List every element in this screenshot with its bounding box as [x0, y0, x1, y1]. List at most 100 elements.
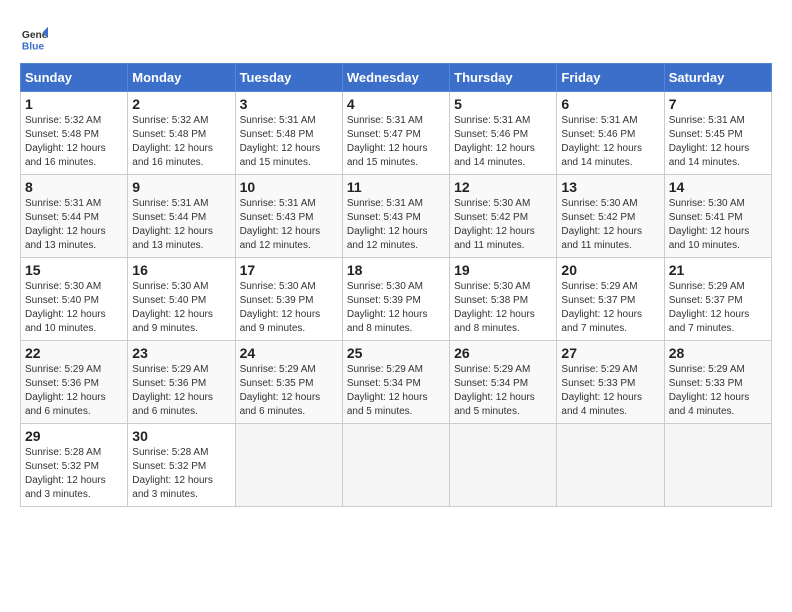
day-number: 15: [25, 262, 123, 278]
day-info: Sunrise: 5:31 AMSunset: 5:45 PMDaylight:…: [669, 114, 767, 170]
day-number: 14: [669, 179, 767, 195]
day-number: 28: [669, 345, 767, 361]
calendar-cell-11: 11 Sunrise: 5:31 AMSunset: 5:43 PMDayligh…: [342, 175, 449, 258]
calendar-cell-21: 21Sunrise: 5:29 AMSunset: 5:37 PMDayligh…: [664, 258, 771, 341]
day-number: 6: [561, 96, 659, 112]
day-info: Sunrise: 5:30 AMSunset: 5:40 PMDaylight:…: [132, 280, 230, 336]
day-info: Sunrise: 5:28 AMSunset: 5:32 PMDaylight:…: [25, 446, 123, 502]
day-header-friday: Friday: [557, 64, 664, 92]
calendar-cell-28: 28 Sunrise: 5:29 AMSunset: 5:33 PMDayligh…: [664, 341, 771, 424]
day-info: Sunrise: 5:31 AMSunset: 5:44 PMDaylight:…: [25, 197, 123, 253]
day-number: 3: [240, 96, 338, 112]
day-number: 29: [25, 428, 123, 444]
day-info: Sunrise: 5:31 AMSunset: 5:46 PMDaylight:…: [454, 114, 552, 170]
calendar-cell-12: 12 Sunrise: 5:30 AMSunset: 5:42 PMDayligh…: [450, 175, 557, 258]
day-number: 16: [132, 262, 230, 278]
calendar-cell-14: 14 Sunrise: 5:30 AMSunset: 5:41 PMDayligh…: [664, 175, 771, 258]
day-number: 22: [25, 345, 123, 361]
week-row-1: 1 Sunrise: 5:32 AMSunset: 5:48 PMDaylight…: [21, 92, 772, 175]
day-info: Sunrise: 5:29 AMSunset: 5:35 PMDaylight:…: [240, 363, 338, 419]
calendar-cell-7: 7 Sunrise: 5:31 AMSunset: 5:45 PMDaylight…: [664, 92, 771, 175]
day-info: Sunrise: 5:30 AMSunset: 5:38 PMDaylight:…: [454, 280, 552, 336]
day-number: 11: [347, 179, 445, 195]
day-info: Sunrise: 5:31 AMSunset: 5:43 PMDaylight:…: [240, 197, 338, 253]
calendar-cell-17: 17 Sunrise: 5:30 AMSunset: 5:39 PMDayligh…: [235, 258, 342, 341]
day-info: Sunrise: 5:31 AMSunset: 5:47 PMDaylight:…: [347, 114, 445, 170]
day-info: Sunrise: 5:30 AMSunset: 5:42 PMDaylight:…: [454, 197, 552, 253]
day-number: 9: [132, 179, 230, 195]
empty-cell: [557, 424, 664, 507]
day-header-tuesday: Tuesday: [235, 64, 342, 92]
day-info: Sunrise: 5:31 AMSunset: 5:43 PMDaylight:…: [347, 197, 445, 253]
day-number: 8: [25, 179, 123, 195]
day-number: 1: [25, 96, 123, 112]
calendar-cell-2: 2 Sunrise: 5:32 AMSunset: 5:48 PMDaylight…: [128, 92, 235, 175]
calendar-cell-29: 29 Sunrise: 5:28 AMSunset: 5:32 PMDayligh…: [21, 424, 128, 507]
day-number: 7: [669, 96, 767, 112]
calendar-cell-15: 15 Sunrise: 5:30 AMSunset: 5:40 PMDayligh…: [21, 258, 128, 341]
day-header-wednesday: Wednesday: [342, 64, 449, 92]
day-header-monday: Monday: [128, 64, 235, 92]
day-header-sunday: Sunday: [21, 64, 128, 92]
day-number: 19: [454, 262, 552, 278]
calendar-cell-8: 8 Sunrise: 5:31 AMSunset: 5:44 PMDaylight…: [21, 175, 128, 258]
day-info: Sunrise: 5:31 AMSunset: 5:46 PMDaylight:…: [561, 114, 659, 170]
day-info: Sunrise: 5:29 AMSunset: 5:36 PMDaylight:…: [25, 363, 123, 419]
day-number: 5: [454, 96, 552, 112]
calendar-cell-9: 9Sunrise: 5:31 AMSunset: 5:44 PMDaylight…: [128, 175, 235, 258]
day-header-saturday: Saturday: [664, 64, 771, 92]
day-info: Sunrise: 5:30 AMSunset: 5:42 PMDaylight:…: [561, 197, 659, 253]
calendar-cell-3: 3 Sunrise: 5:31 AMSunset: 5:48 PMDaylight…: [235, 92, 342, 175]
day-number: 24: [240, 345, 338, 361]
logo-icon: General Blue: [20, 25, 48, 53]
day-number: 2: [132, 96, 230, 112]
svg-text:Blue: Blue: [22, 41, 45, 52]
empty-cell: [664, 424, 771, 507]
calendar-cell-24: 24 Sunrise: 5:29 AMSunset: 5:35 PMDayligh…: [235, 341, 342, 424]
day-header-thursday: Thursday: [450, 64, 557, 92]
days-header-row: SundayMondayTuesdayWednesdayThursdayFrid…: [21, 64, 772, 92]
day-number: 20: [561, 262, 659, 278]
day-number: 10: [240, 179, 338, 195]
calendar-cell-1: 1 Sunrise: 5:32 AMSunset: 5:48 PMDaylight…: [21, 92, 128, 175]
day-number: 25: [347, 345, 445, 361]
day-info: Sunrise: 5:29 AMSunset: 5:34 PMDaylight:…: [454, 363, 552, 419]
day-info: Sunrise: 5:28 AMSunset: 5:32 PMDaylight:…: [132, 446, 230, 502]
calendar-cell-26: 26Sunrise: 5:29 AMSunset: 5:34 PMDayligh…: [450, 341, 557, 424]
day-number: 23: [132, 345, 230, 361]
day-info: Sunrise: 5:32 AMSunset: 5:48 PMDaylight:…: [132, 114, 230, 170]
day-info: Sunrise: 5:29 AMSunset: 5:34 PMDaylight:…: [347, 363, 445, 419]
calendar-cell-13: 13 Sunrise: 5:30 AMSunset: 5:42 PMDayligh…: [557, 175, 664, 258]
day-info: Sunrise: 5:29 AMSunset: 5:33 PMDaylight:…: [669, 363, 767, 419]
day-info: Sunrise: 5:30 AMSunset: 5:40 PMDaylight:…: [25, 280, 123, 336]
calendar-cell-19: 19 Sunrise: 5:30 AMSunset: 5:38 PMDayligh…: [450, 258, 557, 341]
day-number: 17: [240, 262, 338, 278]
day-info: Sunrise: 5:32 AMSunset: 5:48 PMDaylight:…: [25, 114, 123, 170]
day-number: 30: [132, 428, 230, 444]
day-number: 21: [669, 262, 767, 278]
week-row-3: 15 Sunrise: 5:30 AMSunset: 5:40 PMDayligh…: [21, 258, 772, 341]
day-info: Sunrise: 5:30 AMSunset: 5:39 PMDaylight:…: [347, 280, 445, 336]
calendar-table: SundayMondayTuesdayWednesdayThursdayFrid…: [20, 63, 772, 507]
empty-cell: [342, 424, 449, 507]
week-row-5: 29 Sunrise: 5:28 AMSunset: 5:32 PMDayligh…: [21, 424, 772, 507]
empty-cell: [235, 424, 342, 507]
day-info: Sunrise: 5:30 AMSunset: 5:41 PMDaylight:…: [669, 197, 767, 253]
day-number: 13: [561, 179, 659, 195]
calendar-cell-27: 27Sunrise: 5:29 AMSunset: 5:33 PMDayligh…: [557, 341, 664, 424]
day-number: 12: [454, 179, 552, 195]
day-info: Sunrise: 5:31 AMSunset: 5:48 PMDaylight:…: [240, 114, 338, 170]
week-row-2: 8 Sunrise: 5:31 AMSunset: 5:44 PMDaylight…: [21, 175, 772, 258]
calendar-cell-10: 10 Sunrise: 5:31 AMSunset: 5:43 PMDayligh…: [235, 175, 342, 258]
calendar-cell-20: 20Sunrise: 5:29 AMSunset: 5:37 PMDayligh…: [557, 258, 664, 341]
day-info: Sunrise: 5:29 AMSunset: 5:33 PMDaylight:…: [561, 363, 659, 419]
calendar-cell-23: 23 Sunrise: 5:29 AMSunset: 5:36 PMDayligh…: [128, 341, 235, 424]
day-info: Sunrise: 5:30 AMSunset: 5:39 PMDaylight:…: [240, 280, 338, 336]
day-info: Sunrise: 5:29 AMSunset: 5:36 PMDaylight:…: [132, 363, 230, 419]
calendar-cell-6: 6 Sunrise: 5:31 AMSunset: 5:46 PMDaylight…: [557, 92, 664, 175]
calendar-cell-5: 5 Sunrise: 5:31 AMSunset: 5:46 PMDaylight…: [450, 92, 557, 175]
calendar-cell-25: 25 Sunrise: 5:29 AMSunset: 5:34 PMDayligh…: [342, 341, 449, 424]
empty-cell: [450, 424, 557, 507]
logo: General Blue: [20, 25, 52, 53]
calendar-cell-22: 22 Sunrise: 5:29 AMSunset: 5:36 PMDayligh…: [21, 341, 128, 424]
